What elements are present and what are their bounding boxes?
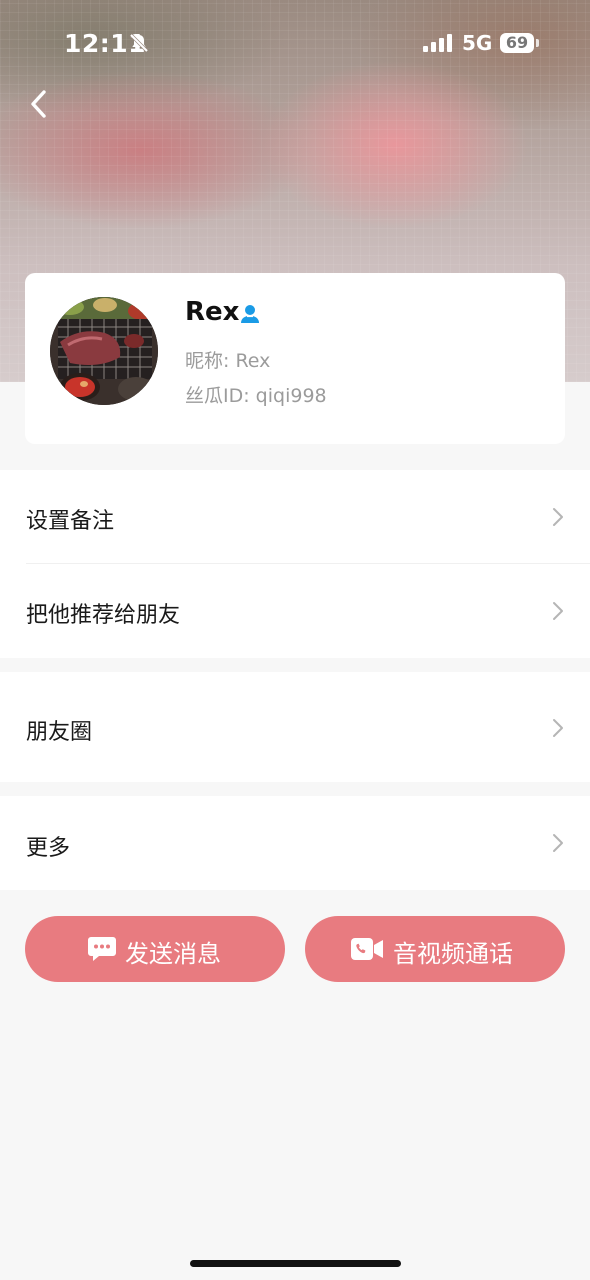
profile-nickname: 昵称: Rex [185, 350, 271, 372]
menu-item-label: 把他推荐给朋友 [26, 603, 181, 628]
chevron-right-icon [553, 834, 563, 852]
menu-item-more[interactable]: 更多 [0, 796, 590, 890]
back-icon [31, 90, 46, 118]
chevron-right-icon [553, 508, 563, 526]
avatar[interactable] [50, 297, 158, 405]
avatar-image [50, 297, 158, 405]
send-message-button[interactable]: 发送消息 [25, 916, 285, 982]
menu-group-primary: 设置备注 把他推荐给朋友 [0, 470, 590, 658]
video-call-button[interactable]: 音视频通话 [305, 916, 565, 982]
menu-group-moments: 朋友圈 [0, 672, 590, 782]
menu-item-moments[interactable]: 朋友圈 [0, 672, 590, 782]
video-call-icon [351, 938, 383, 960]
send-message-label: 发送消息 [125, 940, 221, 968]
video-call-label: 音视频通话 [393, 940, 513, 968]
menu-item-recommend-to-friend[interactable]: 把他推荐给朋友 [0, 564, 590, 658]
battery-tip [536, 39, 539, 47]
back-button[interactable] [22, 84, 58, 124]
home-indicator[interactable] [190, 1260, 401, 1267]
menu-item-label: 朋友圈 [26, 720, 93, 745]
menu-item-set-remark[interactable]: 设置备注 [0, 470, 590, 564]
person-icon [241, 305, 259, 323]
menu-item-label: 设置备注 [26, 509, 115, 534]
profile-card: Rex 昵称: Rex 丝瓜ID: qiqi998 [25, 273, 565, 444]
battery-level: 69 [500, 33, 534, 53]
mute-icon [129, 33, 149, 53]
chat-bubble-icon [88, 937, 116, 961]
profile-user-id: 丝瓜ID: qiqi998 [185, 385, 327, 407]
network-type: 5G [462, 31, 493, 55]
status-bar: 12:11 5G 69 [0, 0, 590, 88]
menu-group-more: 更多 [0, 796, 590, 890]
chevron-right-icon [553, 602, 563, 620]
chevron-right-icon [553, 719, 563, 737]
signal-icon [423, 34, 452, 52]
menu-item-label: 更多 [26, 836, 71, 861]
profile-name: Rex [185, 297, 240, 327]
